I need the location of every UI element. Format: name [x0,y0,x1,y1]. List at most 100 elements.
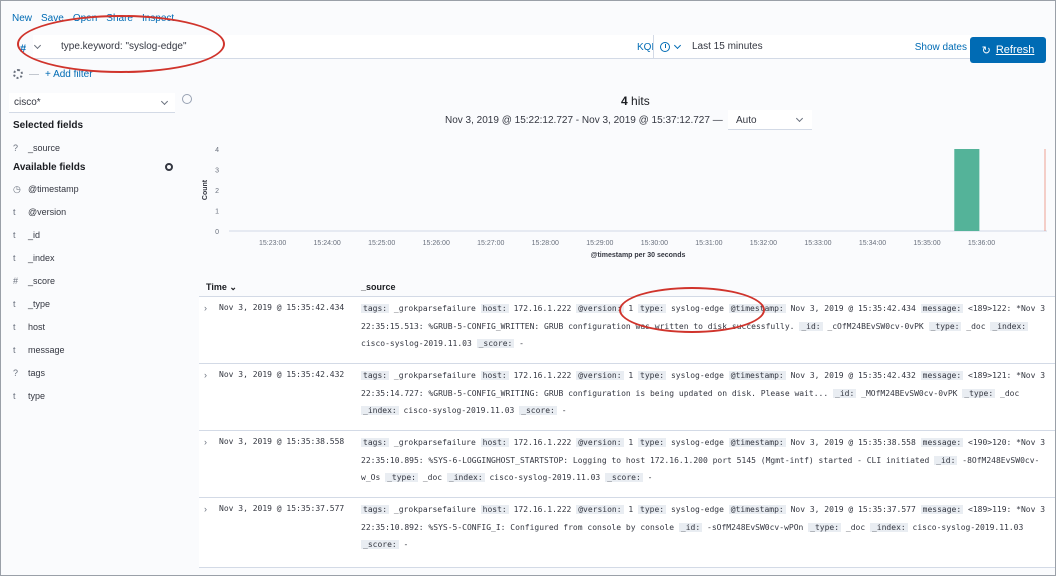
add-filter-link[interactable]: + Add filter [45,69,93,80]
field-item-message[interactable]: t message [13,345,65,355]
hits-label: hits [631,94,650,108]
field-key: _type: [385,473,418,482]
row-source: tags: _grokparsefailure host: 172.16.1.2… [361,434,1051,487]
field-key: @timestamp: [728,505,786,514]
field-key: _index: [446,473,485,482]
chevron-down-icon [160,97,169,106]
field-item-index[interactable]: t _index [13,253,55,263]
table-row[interactable]: › Nov 3, 2019 @ 15:35:42.434 tags: _grokpa… [199,297,1055,364]
index-pattern-select[interactable]: cisco* [9,93,175,113]
filter-settings-gear-icon[interactable] [13,69,23,79]
y-tick-label: 1 [215,209,219,216]
table-row[interactable]: › Nov 3, 2019 @ 15:35:38.558 tags: _grokpa… [199,431,1055,498]
expand-row-icon[interactable]: › [204,437,207,447]
field-item-id[interactable]: t _id [13,230,40,240]
field-item-host[interactable]: t host [13,322,45,332]
hits-count: 4 hits [621,94,650,108]
menu-save[interactable]: Save [41,13,64,27]
field-key: _score: [519,406,557,415]
field-item-source[interactable]: ? _source [13,143,60,153]
chevron-down-icon[interactable] [673,41,682,49]
y-tick-label: 3 [215,168,219,175]
divider [29,73,39,75]
field-value: syslog-edge [670,438,724,447]
field-item-score[interactable]: # _score [13,276,55,286]
menu-share[interactable]: Share [106,13,133,27]
field-type-icon: t [13,253,16,263]
y-tick-label: 4 [215,147,219,154]
field-key: message: [920,505,964,514]
field-key: type: [638,438,667,447]
field-key: _id: [833,388,857,398]
x-tick-label: 15:28:00 [532,240,559,247]
column-header-time[interactable]: Time ⌄ [206,282,237,293]
row-source: tags: _grokparsefailure host: 172.16.1.2… [361,501,1051,554]
field-key: tags: [361,304,390,313]
search-query-text: type.keyword: "syslog-edge" [61,41,187,52]
interval-select[interactable]: Auto [728,110,812,130]
field-type-icon: t [13,322,16,332]
selected-fields-heading: Selected fields [13,120,84,131]
clock-icon[interactable] [660,41,670,52]
row-source: tags: _grokparsefailure host: 172.16.1.2… [361,300,1051,353]
field-type-icon: # [13,276,19,286]
field-value: - [647,473,653,482]
chevron-down-icon [795,114,804,123]
collapse-sidebar-icon[interactable] [182,94,192,104]
field-value: - [561,406,567,415]
field-key: _index: [990,321,1029,331]
show-dates-button[interactable]: Show dates [915,42,967,53]
field-value: _cOfM24BEvSW0cv-0vPK [827,321,924,331]
field-value: Nov 3, 2019 @ 15:35:42.434 [790,304,916,313]
expand-row-icon[interactable]: › [204,504,207,514]
field-filter-gear-icon[interactable] [165,163,173,171]
histogram-chart: 0 1 2 3 4 Count 15:23:00 15:24:00 15:25:00 15:26:… [202,147,1047,259]
field-type-icon: ◷ [13,184,21,194]
field-item-timestamp[interactable]: ◷ @timestamp [13,184,79,195]
field-type-icon: t [13,299,16,309]
y-tick-label: 0 [215,229,219,236]
field-value: _grokparsefailure [393,505,476,514]
field-value: _grokparsefailure [393,438,476,447]
menu-open[interactable]: Open [73,13,97,27]
field-key: _score: [361,540,399,549]
table-row[interactable]: › Nov 3, 2019 @ 15:35:42.432 tags: _grokpa… [199,364,1055,431]
table-row[interactable]: › Nov 3, 2019 @ 15:35:37.577 tags: _grokpa… [199,498,1055,568]
date-range-label: Nov 3, 2019 @ 15:22:12.727 - Nov 3, 2019… [445,115,723,126]
field-item-type-meta[interactable]: t _type [13,299,50,309]
menu-new[interactable]: New [12,13,32,27]
x-tick-label: 15:36:00 [968,240,995,247]
field-item-version[interactable]: t @version [13,207,66,217]
search-input[interactable]: type.keyword: "syslog-edge" KQL [33,35,671,59]
field-type-icon: t [13,230,16,240]
time-picker[interactable]: Last 15 minutes Show dates [653,35,975,59]
field-key: host: [480,505,509,514]
row-timestamp: Nov 3, 2019 @ 15:35:42.434 [219,303,345,312]
x-tick-label: 15:25:00 [368,240,395,247]
refresh-button[interactable]: ↻ Refresh [970,37,1046,63]
field-value: syslog-edge [670,304,724,313]
field-item-type[interactable]: t type [13,391,45,401]
expand-row-icon[interactable]: › [204,303,207,313]
field-value: _doc [966,321,986,331]
field-value: 172.16.1.222 [513,505,572,514]
expand-row-icon[interactable]: › [204,370,207,380]
field-key: _index: [361,406,399,415]
field-name: type [28,391,46,401]
index-pattern-label: cisco* [14,97,41,108]
field-value: 1 [628,304,634,313]
field-key: message: [920,304,964,313]
field-name: _index [28,253,55,263]
field-value: cisco-syslog-2019.11.03 [361,339,472,348]
field-key: message: [920,371,964,380]
field-key: tags: [361,438,390,447]
x-axis-label: @timestamp per 30 seconds [591,252,686,259]
x-tick-label: 15:32:00 [750,240,777,247]
field-type-icon: t [13,207,16,217]
x-tick-label: 15:33:00 [804,240,831,247]
menu-inspect[interactable]: Inspect [142,13,174,27]
x-tick-label: 15:24:00 [314,240,341,247]
field-value: 1 [628,505,634,514]
field-value: _MOfM24BEvSW0cv-0vPK [861,388,958,398]
field-item-tags[interactable]: ? tags [13,368,45,378]
